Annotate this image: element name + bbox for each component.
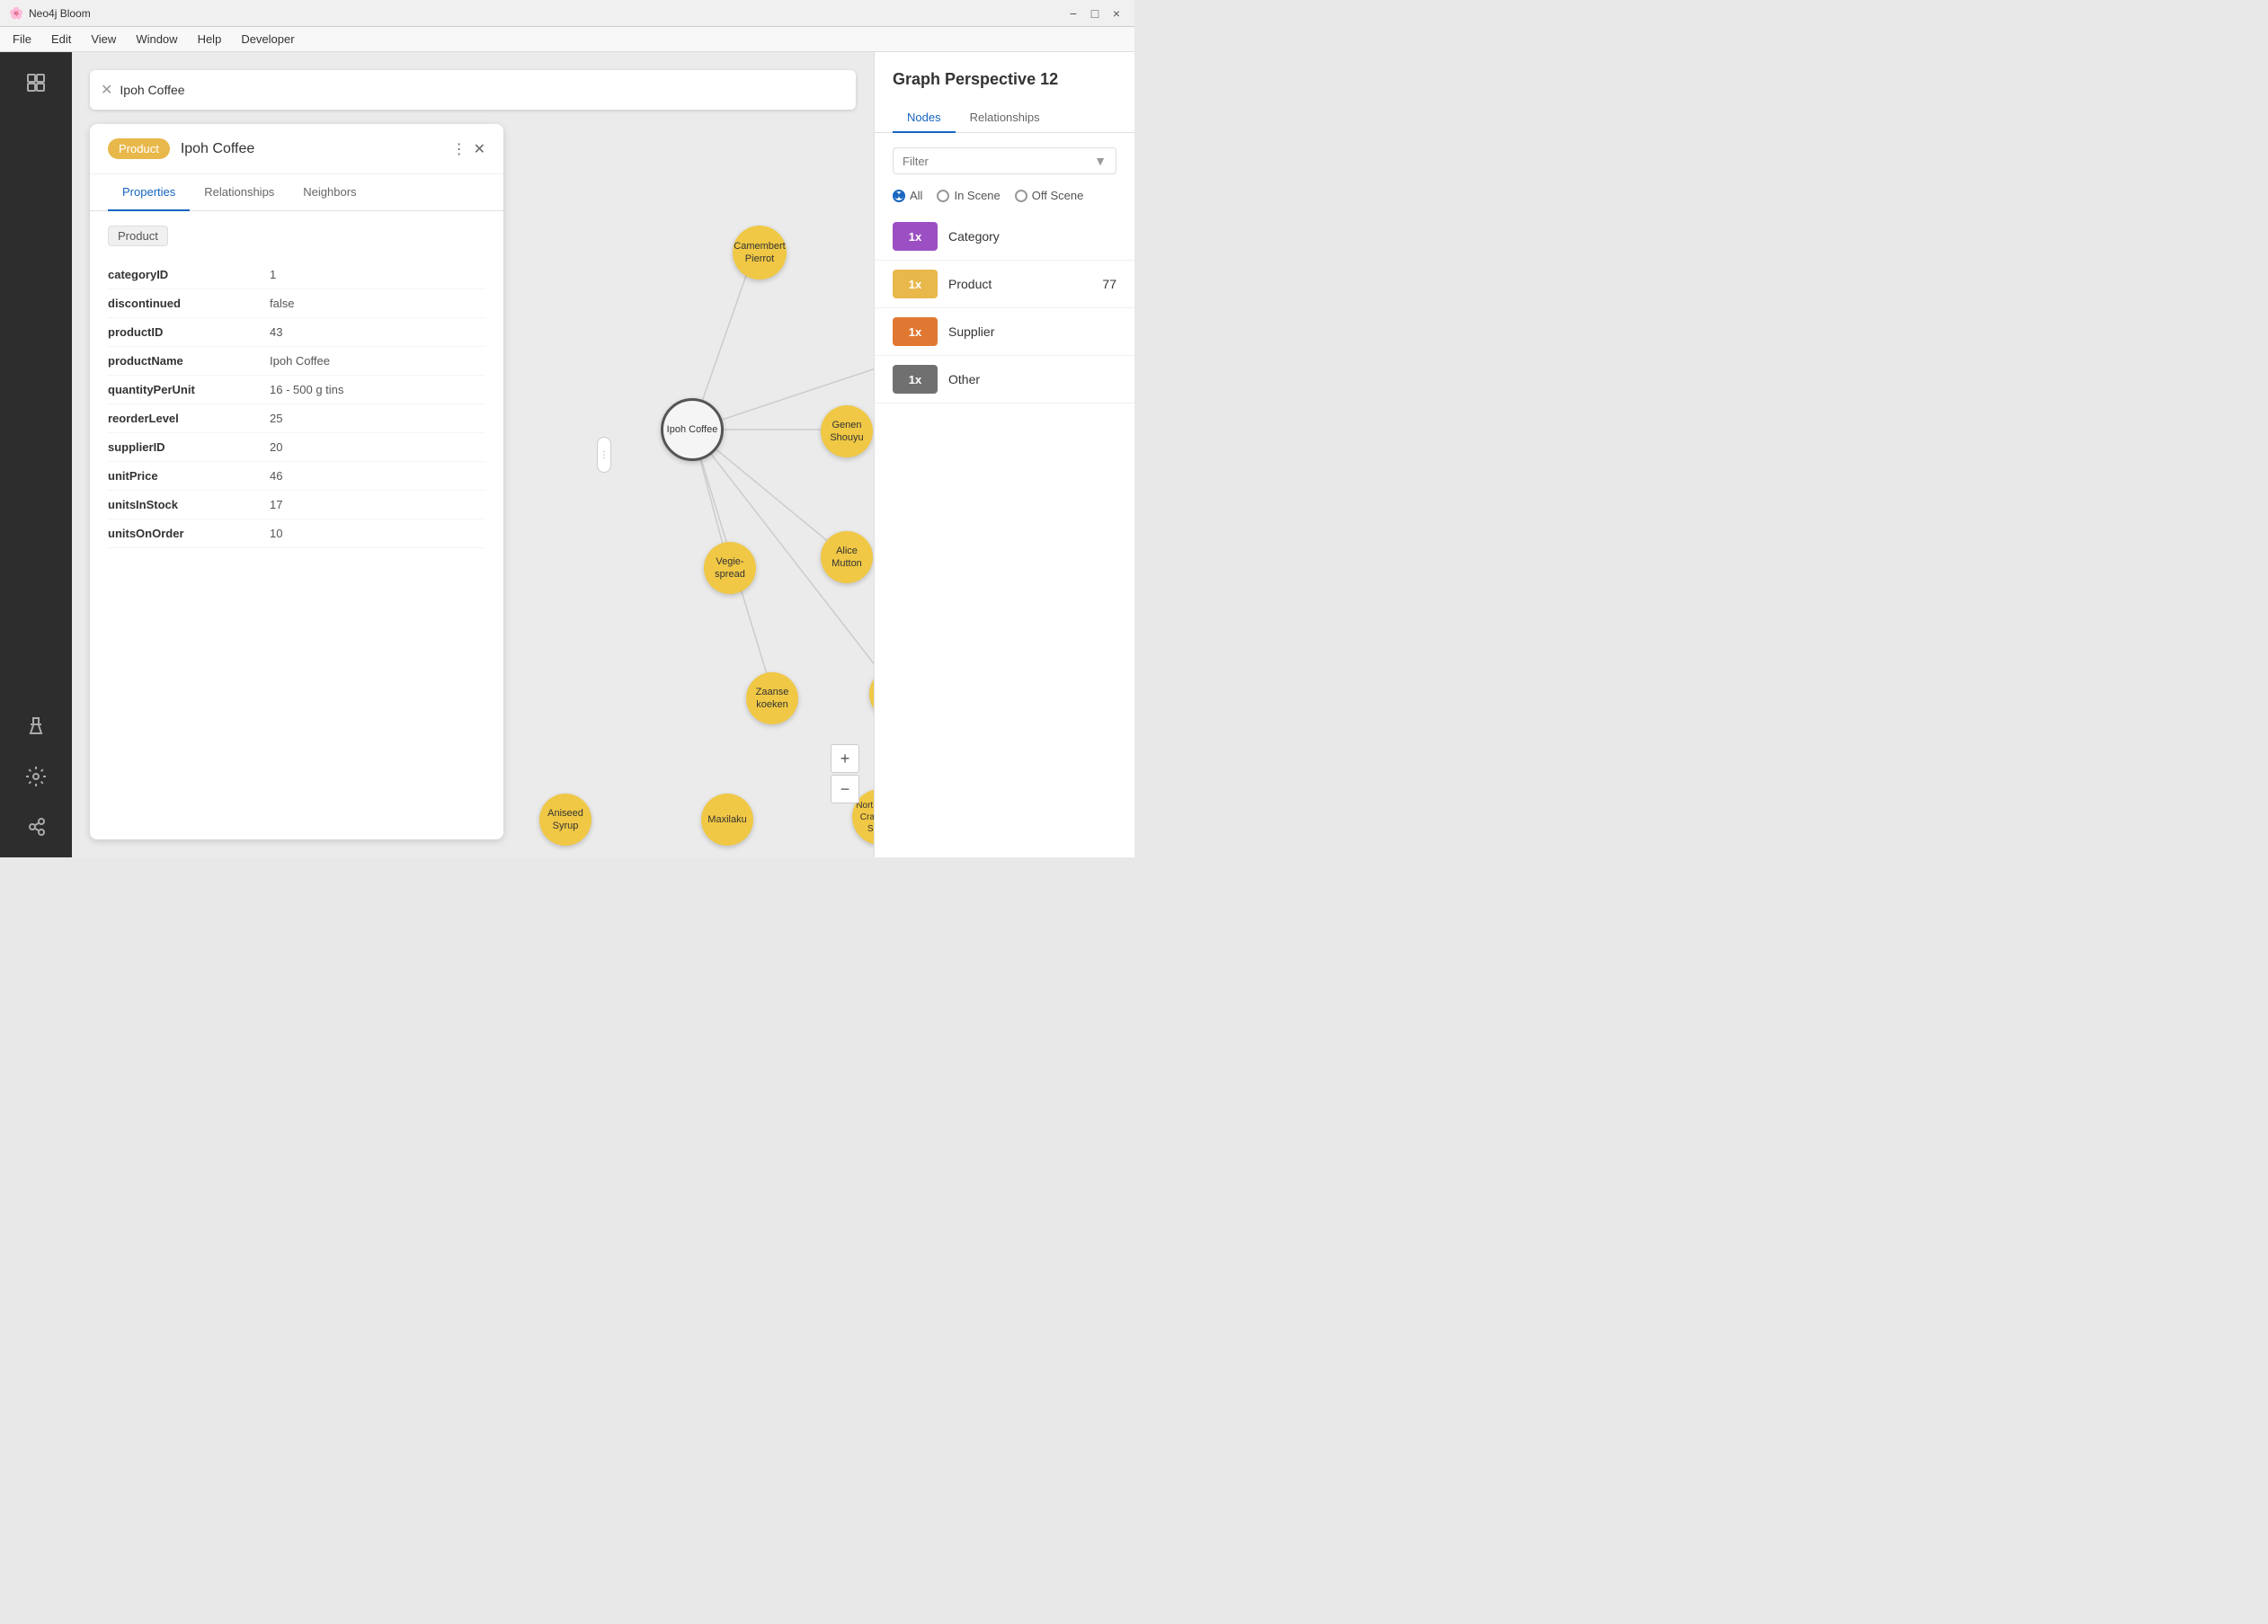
node-type-product[interactable]: 1x Product 77 xyxy=(875,261,1134,308)
title-bar: 🌸 Neo4j Bloom − □ × xyxy=(0,0,1134,27)
radio-all[interactable]: All xyxy=(893,189,922,202)
node-ipoh-coffee[interactable]: Ipoh Coffee xyxy=(661,398,724,461)
supplier-label: Supplier xyxy=(948,324,1116,339)
window-controls: − □ × xyxy=(1064,4,1125,22)
right-tab-relationships[interactable]: Relationships xyxy=(956,103,1054,133)
product-count: 77 xyxy=(1102,277,1116,291)
menu-help[interactable]: Help xyxy=(189,29,231,49)
panel-more-button[interactable]: ⋮ xyxy=(452,140,467,158)
right-panel: Graph Perspective 12 Nodes Relationships… xyxy=(874,52,1134,857)
maximize-button[interactable]: □ xyxy=(1086,4,1104,22)
panel-close-button[interactable]: ✕ xyxy=(474,140,485,158)
other-label: Other xyxy=(948,372,1116,386)
node-genen-shouyu[interactable]: Genen Shouyu xyxy=(821,405,873,457)
radio-off-scene-circle xyxy=(1015,190,1027,202)
node-vegie-spread[interactable]: Vegie-spread xyxy=(704,542,756,594)
sidebar xyxy=(0,52,72,857)
app-layout: ✕ Ipoh Coffee Product Ipoh Coffee ⋮ ✕ Pr… xyxy=(0,52,1134,857)
prop-supplierID: supplierID 20 xyxy=(108,433,485,462)
other-badge: 1x xyxy=(893,365,938,394)
map-controls: + − xyxy=(831,744,859,803)
prop-quantityPerUnit: quantityPerUnit 16 - 500 g tins xyxy=(108,376,485,404)
category-badge: 1x xyxy=(893,222,938,251)
radio-in-scene-circle xyxy=(937,190,949,202)
radio-group: All In Scene Off Scene xyxy=(875,182,1134,213)
close-button[interactable]: × xyxy=(1107,4,1125,22)
search-value: Ipoh Coffee xyxy=(120,83,845,97)
menu-window[interactable]: Window xyxy=(127,29,186,49)
node-type-badge: Product xyxy=(108,138,170,159)
prop-categoryID: categoryID 1 xyxy=(108,261,485,289)
prop-productID: productID 43 xyxy=(108,318,485,347)
node-panel: Product Ipoh Coffee ⋮ ✕ Properties Relat… xyxy=(90,124,503,839)
node-label-badge: Product xyxy=(108,226,168,246)
search-bar: ✕ Ipoh Coffee xyxy=(90,70,856,110)
radio-in-scene[interactable]: In Scene xyxy=(937,189,1000,202)
radio-all-circle xyxy=(893,190,905,202)
panel-tabs: Properties Relationships Neighbors xyxy=(90,174,503,211)
panel-title: Ipoh Coffee xyxy=(181,141,441,157)
node-maxilaku[interactable]: Maxilaku xyxy=(701,794,753,846)
zoom-in-button[interactable]: + xyxy=(831,744,859,773)
prop-productName: productName Ipoh Coffee xyxy=(108,347,485,376)
right-panel-header: Graph Perspective 12 Nodes Relationships xyxy=(875,52,1134,133)
filter-input[interactable] xyxy=(903,155,1087,168)
panel-header: Product Ipoh Coffee ⋮ ✕ xyxy=(90,124,503,174)
tab-properties[interactable]: Properties xyxy=(108,174,190,211)
node-alice-mutton[interactable]: Alice Mutton xyxy=(821,531,873,583)
product-badge: 1x xyxy=(893,270,938,298)
minimize-button[interactable]: − xyxy=(1064,4,1082,22)
menu-view[interactable]: View xyxy=(82,29,125,49)
prop-unitsOnOrder: unitsOnOrder 10 xyxy=(108,519,485,548)
right-panel-title: Graph Perspective 12 xyxy=(893,70,1116,89)
main-content: ✕ Ipoh Coffee Product Ipoh Coffee ⋮ ✕ Pr… xyxy=(72,52,874,857)
product-label: Product xyxy=(948,277,1091,291)
prop-unitPrice: unitPrice 46 xyxy=(108,462,485,491)
sidebar-btn-settings[interactable] xyxy=(14,755,58,798)
menu-file[interactable]: File xyxy=(4,29,40,49)
category-label: Category xyxy=(948,229,1116,244)
menu-edit[interactable]: Edit xyxy=(42,29,80,49)
right-panel-tabs: Nodes Relationships xyxy=(875,103,1134,133)
node-type-other[interactable]: 1x Other xyxy=(875,356,1134,404)
node-zaanse-koeken[interactable]: Zaanse koeken xyxy=(746,672,798,724)
app-icon: 🌸 xyxy=(9,6,23,21)
node-aniseed-syrup[interactable]: Aniseed Syrup xyxy=(539,794,591,846)
filter-icon: ▼ xyxy=(1094,154,1107,168)
panel-resize-handle[interactable]: ⋮ xyxy=(597,437,611,473)
right-tab-nodes[interactable]: Nodes xyxy=(893,103,956,133)
app-title: Neo4j Bloom xyxy=(29,7,1064,20)
prop-reorderLevel: reorderLevel 25 xyxy=(108,404,485,433)
zoom-out-button[interactable]: − xyxy=(831,775,859,803)
node-type-supplier[interactable]: 1x Supplier xyxy=(875,308,1134,356)
search-clear-button[interactable]: ✕ xyxy=(101,81,112,99)
menu-bar: File Edit View Window Help Developer xyxy=(0,27,1134,52)
properties-section: Product categoryID 1 discontinued false … xyxy=(90,211,503,810)
sidebar-btn-labs[interactable] xyxy=(14,705,58,748)
node-tunnbrod[interactable]: Tunnbröd xyxy=(869,668,874,720)
supplier-badge: 1x xyxy=(893,317,938,346)
menu-developer[interactable]: Developer xyxy=(232,29,303,49)
filter-bar: ▼ xyxy=(893,147,1116,174)
radio-off-scene[interactable]: Off Scene xyxy=(1015,189,1084,202)
tab-relationships[interactable]: Relationships xyxy=(190,174,289,211)
sidebar-btn-perspectives[interactable] xyxy=(14,61,58,104)
node-camembert[interactable]: Camembert Pierrot xyxy=(733,226,787,280)
tab-neighbors[interactable]: Neighbors xyxy=(289,174,370,211)
panel-actions: ⋮ ✕ xyxy=(452,140,485,158)
prop-unitsInStock: unitsInStock 17 xyxy=(108,491,485,519)
node-type-category[interactable]: 1x Category xyxy=(875,213,1134,261)
sidebar-btn-connections[interactable] xyxy=(14,805,58,848)
prop-discontinued: discontinued false xyxy=(108,289,485,318)
